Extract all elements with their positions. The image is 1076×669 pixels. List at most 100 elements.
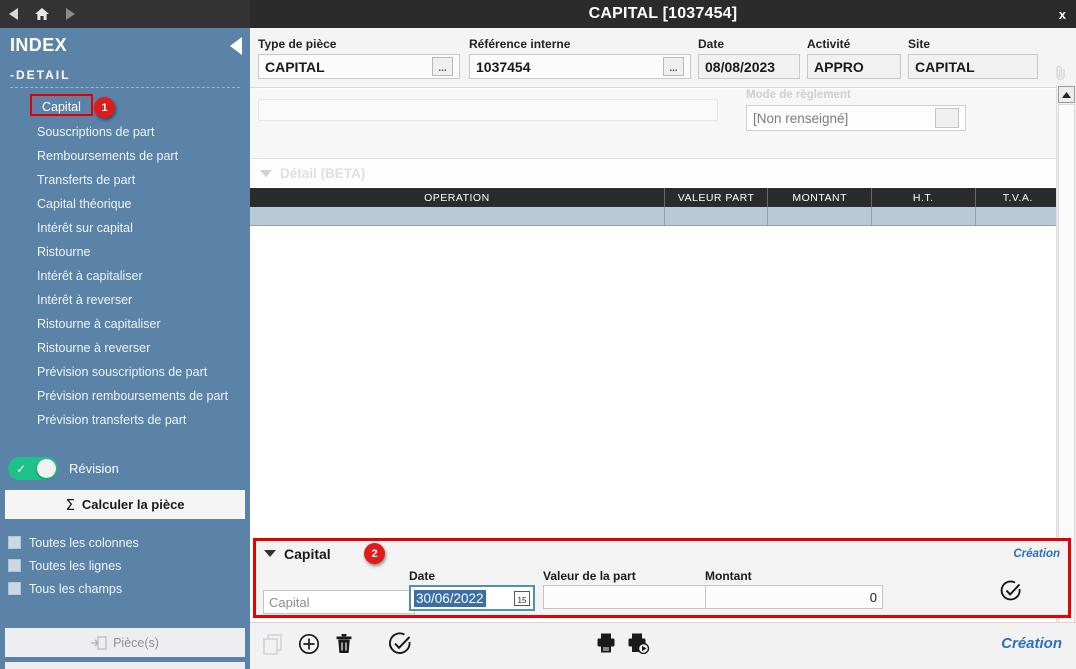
export-lignes-button[interactable]: Ligne(s) xyxy=(5,662,245,669)
step-badge-2: 2 xyxy=(364,543,385,564)
cell-tva[interactable] xyxy=(975,207,1060,226)
sidebar-item-interet-sur-capital[interactable]: Intérêt sur capital xyxy=(0,216,250,240)
picker-button-reference-interne[interactable]: ... xyxy=(663,57,684,76)
checkbox-tous-les-champs[interactable] xyxy=(8,582,21,595)
field-montant: Montant 0 xyxy=(705,569,883,609)
close-window-button[interactable]: x xyxy=(1059,0,1066,28)
export-pieces-button[interactable]: Pièce(s) xyxy=(5,628,245,657)
input-capital-date[interactable]: 30/06/2022 15 xyxy=(409,585,535,611)
input-reference-interne[interactable]: 1037454 ... xyxy=(469,54,691,79)
value-mode-de-reglement: [Non renseigné] xyxy=(753,110,849,126)
delete-icon[interactable] xyxy=(334,633,354,655)
input-montant[interactable]: 0 xyxy=(705,585,883,609)
picker-button-type-de-piece[interactable]: ... xyxy=(432,57,453,76)
collapse-left-icon[interactable] xyxy=(230,37,242,55)
field-reference-interne: Référence interne 1037454 ... xyxy=(469,37,691,79)
checkbox-toutes-les-lignes[interactable] xyxy=(8,559,21,572)
input-type-de-piece[interactable]: CAPITAL ... xyxy=(258,54,460,79)
cell-montant[interactable] xyxy=(767,207,872,226)
column-header-montant[interactable]: MONTANT xyxy=(767,188,872,207)
duplicate-icon[interactable] xyxy=(262,633,284,655)
value-capital-date: 30/06/2022 xyxy=(414,589,486,607)
column-header-tva[interactable]: T.V.A. xyxy=(975,188,1060,207)
value-capital-operation: Capital xyxy=(269,594,310,610)
capital-panel-header[interactable]: Capital 2 Création xyxy=(256,541,1068,566)
calendar-icon[interactable]: 15 xyxy=(514,590,530,606)
toggle-knob xyxy=(37,459,56,478)
home-icon[interactable] xyxy=(28,0,56,28)
input-mode-de-reglement[interactable]: [Non renseigné] xyxy=(746,105,966,131)
forward-icon[interactable] xyxy=(56,0,84,28)
checkbox-row-toutes-les-colonnes[interactable]: Toutes les colonnes xyxy=(8,531,139,554)
triangle-down-icon-capital[interactable] xyxy=(264,550,276,557)
sidebar-nav-list: Capital 1 Souscriptions de part Rembours… xyxy=(0,92,250,432)
page-title: CAPITAL [1037454] xyxy=(588,5,738,22)
sidebar-item-interet-a-reverser[interactable]: Intérêt à reverser xyxy=(0,288,250,312)
capital-panel-title: Capital xyxy=(284,545,331,562)
back-icon[interactable] xyxy=(0,0,28,28)
sidebar-item-prevision-souscriptions-de-part[interactable]: Prévision souscriptions de part xyxy=(0,360,250,384)
field-activite: Activité APPRO xyxy=(807,37,901,79)
document-header-form: Type de pièce CAPITAL ... Référence inte… xyxy=(250,28,1076,88)
calculer-la-piece-button[interactable]: Σ Calculer la pièce xyxy=(5,490,245,519)
sidebar-item-ristourne-a-reverser[interactable]: Ristourne à reverser xyxy=(0,336,250,360)
cell-valeur-part[interactable] xyxy=(664,207,769,226)
export-document-icon xyxy=(91,635,107,650)
column-header-valeur-part[interactable]: VALEUR PART xyxy=(664,188,769,207)
table-row[interactable] xyxy=(250,207,1060,226)
field-valeur-de-la-part: Valeur de la part 0 xyxy=(543,569,721,609)
capital-panel-body: Capital Date 30/06/2022 15 Valeur de la … xyxy=(256,566,1068,618)
picker-button-mode-de-reglement[interactable] xyxy=(935,108,959,128)
sidebar-item-ristourne[interactable]: Ristourne xyxy=(0,240,250,264)
sidebar-item-transferts-de-part[interactable]: Transferts de part xyxy=(0,168,250,192)
sidebar-item-souscriptions-de-part[interactable]: Souscriptions de part xyxy=(0,120,250,144)
capital-panel-status: Création xyxy=(1013,547,1060,560)
input-capital-operation[interactable]: Capital xyxy=(263,590,415,614)
label-reference-interne: Référence interne xyxy=(469,37,571,51)
sidebar-item-capital[interactable]: Capital xyxy=(30,94,93,116)
paperclip-icon[interactable] xyxy=(1053,64,1068,82)
sidebar-item-capital-theorique[interactable]: Capital théorique xyxy=(0,192,250,216)
checkbox-toutes-les-colonnes[interactable] xyxy=(8,536,21,549)
detail-section-title: Détail (BETA) xyxy=(280,165,366,181)
column-header-ht[interactable]: H.T. xyxy=(871,188,976,207)
checkbox-label-toutes-les-colonnes: Toutes les colonnes xyxy=(29,535,139,550)
input-date[interactable]: 08/08/2023 xyxy=(698,54,800,79)
sidebar-header: INDEX xyxy=(0,28,250,62)
print-icon[interactable] xyxy=(595,632,617,654)
input-activite[interactable]: APPRO xyxy=(807,54,901,79)
value-reference-interne: 1037454 xyxy=(476,58,531,75)
field-site: Site CAPITAL xyxy=(908,37,1038,79)
sidebar: INDEX -DETAIL Capital 1 Souscriptions de… xyxy=(0,28,250,669)
sidebar-item-remboursements-de-part[interactable]: Remboursements de part xyxy=(0,144,250,168)
detail-section-header[interactable]: Détail (BETA) xyxy=(250,160,1076,186)
checkbox-label-toutes-les-lignes: Toutes les lignes xyxy=(29,558,122,573)
add-icon[interactable] xyxy=(298,633,320,655)
input-site[interactable]: CAPITAL xyxy=(908,54,1038,79)
sidebar-item-prevision-remboursements-de-part[interactable]: Prévision remboursements de part xyxy=(0,384,250,408)
table-header-row: OPERATION VALEUR PART MONTANT H.T. T.V.A… xyxy=(250,188,1060,207)
sidebar-item-interet-a-capitaliser[interactable]: Intérêt à capitaliser xyxy=(0,264,250,288)
revision-toggle[interactable]: ✓ xyxy=(8,457,58,480)
scroll-up-icon[interactable] xyxy=(1058,86,1075,103)
sigma-icon: Σ xyxy=(65,495,75,514)
check-icon: ✓ xyxy=(16,461,27,476)
cell-operation[interactable] xyxy=(250,207,665,226)
input-valeur-de-la-part[interactable]: 0 xyxy=(543,585,721,609)
validate-icon[interactable] xyxy=(388,632,412,656)
cell-ht[interactable] xyxy=(871,207,976,226)
field-capital-date: Date 30/06/2022 15 xyxy=(409,569,535,611)
print-preview-icon[interactable] xyxy=(627,632,651,654)
faded-input-field[interactable] xyxy=(258,99,718,121)
sidebar-item-ristourne-a-capitaliser[interactable]: Ristourne à capitaliser xyxy=(0,312,250,336)
triangle-down-icon-detail[interactable] xyxy=(260,169,272,177)
column-header-operation[interactable]: OPERATION xyxy=(250,188,665,207)
validate-capital-button[interactable] xyxy=(1000,580,1022,602)
detail-grid: OPERATION VALEUR PART MONTANT H.T. T.V.A… xyxy=(250,188,1060,226)
label-type-de-piece: Type de pièce xyxy=(258,37,337,51)
label-montant: Montant xyxy=(705,569,752,583)
export-pieces-label: Pièce(s) xyxy=(113,635,159,650)
sidebar-item-prevision-transferts-de-part[interactable]: Prévision transferts de part xyxy=(0,408,250,432)
checkbox-row-toutes-les-lignes[interactable]: Toutes les lignes xyxy=(8,554,139,577)
checkbox-row-tous-les-champs[interactable]: Tous les champs xyxy=(8,577,139,600)
